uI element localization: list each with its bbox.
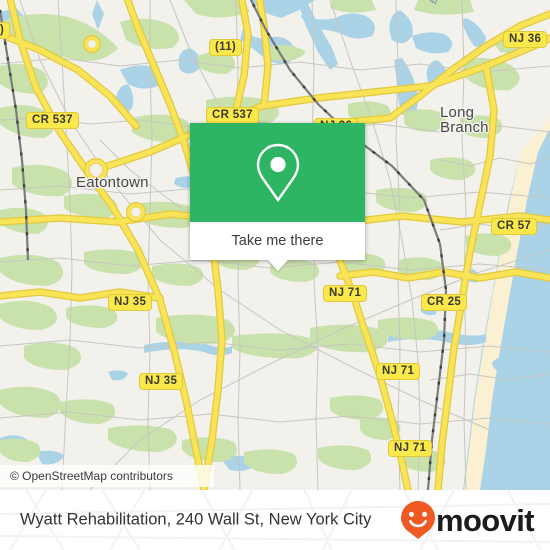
location-popup-card[interactable]: Take me there [190, 123, 365, 271]
map-canvas[interactable]: (11)CR 537CR 537NJ 36NJ 36CR 57NJ 71CR 2… [0, 0, 550, 490]
take-me-there-label: Take me there [231, 233, 324, 249]
moovit-smiley-pin-icon [400, 501, 435, 539]
popup-pointer-tail [267, 260, 288, 271]
take-me-there-button[interactable]: Take me there [190, 222, 365, 260]
place-label-1: Long Branch [440, 104, 489, 136]
road-shield-5: CR 57 [491, 218, 538, 235]
road-shield-9: NJ 35 [139, 373, 184, 390]
road-shield-7: CR 25 [421, 294, 468, 311]
attribution-text: © OpenStreetMap contributors [10, 469, 173, 483]
map-screenshot: (11)CR 537CR 537NJ 36NJ 36CR 57NJ 71CR 2… [0, 0, 550, 550]
road-shield-3: NJ 36 [503, 31, 548, 48]
road-shield-8: NJ 35 [108, 294, 153, 311]
road-shield-12: ) [0, 22, 11, 39]
map-pin-icon [256, 143, 299, 202]
popup-image-placeholder [190, 123, 365, 222]
footer-content: Wyatt Rehabilitation, 240 Wall St, New Y… [0, 490, 550, 550]
map-attribution[interactable]: © OpenStreetMap contributors [0, 465, 214, 487]
footer-bar: Wyatt Rehabilitation, 240 Wall St, New Y… [0, 490, 550, 550]
location-title: Wyatt Rehabilitation, 240 Wall St, New Y… [20, 510, 372, 529]
road-shield-6: NJ 71 [323, 285, 368, 302]
road-shield-11: NJ 71 [388, 440, 433, 457]
moovit-wordmark: moovit [435, 502, 535, 538]
road-shield-2: CR 537 [26, 112, 79, 129]
moovit-logo[interactable]: moovit [400, 501, 535, 539]
road-shield-0: (11) [209, 39, 243, 56]
road-shield-1: CR 537 [206, 107, 259, 124]
road-shield-10: NJ 71 [376, 363, 421, 380]
place-label-0: Eatontown [76, 174, 149, 191]
